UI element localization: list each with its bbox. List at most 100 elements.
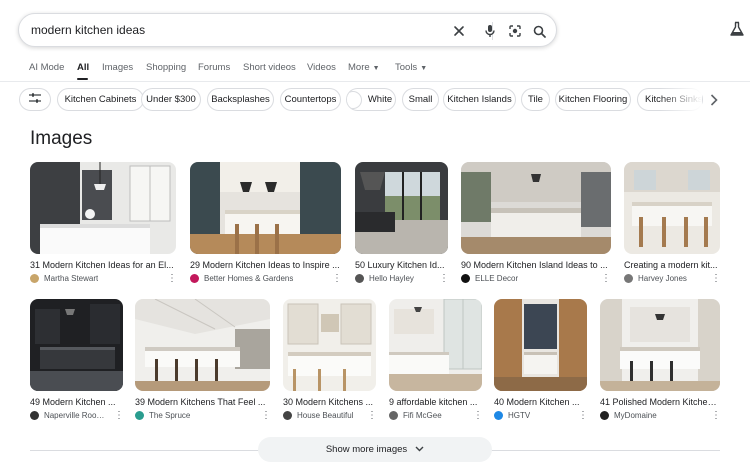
search-bar[interactable]: modern kitchen ideas <box>18 13 557 47</box>
image-thumbnail[interactable] <box>30 299 123 391</box>
image-source-name: House Beautiful <box>297 411 354 420</box>
image-thumbnail[interactable] <box>190 162 341 254</box>
chip-white[interactable]: White <box>346 88 396 111</box>
show-more-images-button[interactable]: Show more images <box>258 437 492 462</box>
image-title[interactable]: 31 Modern Kitchen Ideas for an El... <box>30 260 176 270</box>
image-source-name: The Spruce <box>149 411 191 420</box>
favicon-icon <box>190 274 199 283</box>
camera-lens-icon[interactable] <box>506 22 524 40</box>
favicon-icon <box>135 411 144 420</box>
tab-tools-label: Tools <box>395 62 418 73</box>
image-title[interactable]: Creating a modern kit... <box>624 260 720 270</box>
more-options-icon[interactable]: ⋮ <box>367 411 377 421</box>
image-source[interactable]: HGTV <box>494 411 569 420</box>
image-source[interactable]: Martha Stewart <box>30 274 160 283</box>
favicon-icon <box>30 274 39 283</box>
image-title[interactable]: 50 Luxury Kitchen Id... <box>355 260 448 270</box>
more-options-icon[interactable]: ⋮ <box>439 274 449 284</box>
image-title[interactable]: 30 Modern Kitchens ... <box>283 397 376 407</box>
chip-backsplashes[interactable]: Backsplashes <box>207 88 274 111</box>
image-source-name: Hello Hayley <box>369 274 414 283</box>
image-source-name: Naperville Roof... <box>43 411 105 420</box>
chip-kitchen-flooring[interactable]: Kitchen Flooring <box>555 88 631 111</box>
tab-all[interactable]: All <box>77 62 89 73</box>
image-source[interactable]: Naperville Roof... <box>30 411 105 420</box>
tab-ai-mode[interactable]: AI Mode <box>29 62 64 73</box>
chip-under-300[interactable]: Under $300 <box>141 88 201 111</box>
image-thumbnail[interactable] <box>135 299 270 391</box>
tab-videos[interactable]: Videos <box>307 62 336 73</box>
image-thumbnail[interactable] <box>624 162 720 254</box>
more-options-icon[interactable]: ⋮ <box>473 411 483 421</box>
more-options-icon[interactable]: ⋮ <box>114 411 124 421</box>
image-source[interactable]: Fifi McGee <box>389 411 464 420</box>
image-thumbnail[interactable] <box>461 162 611 254</box>
filter-settings-button[interactable] <box>19 88 51 111</box>
more-options-icon[interactable]: ⋮ <box>601 274 611 284</box>
image-thumbnail[interactable] <box>30 162 176 254</box>
image-source-name: Better Homes & Gardens <box>204 274 294 283</box>
favicon-icon <box>600 411 609 420</box>
tab-shopping[interactable]: Shopping <box>146 62 186 73</box>
search-input[interactable]: modern kitchen ideas <box>31 23 145 37</box>
microphone-icon[interactable] <box>481 22 499 40</box>
image-thumbnail[interactable] <box>389 299 482 391</box>
image-source-name: Harvey Jones <box>638 274 687 283</box>
image-thumbnail[interactable] <box>355 162 448 254</box>
tabs-divider <box>0 81 750 82</box>
chip-small[interactable]: Small <box>402 88 439 111</box>
search-icon[interactable] <box>530 22 548 40</box>
chevron-right-icon[interactable] <box>705 91 723 109</box>
image-thumbnail[interactable] <box>494 299 587 391</box>
chip-white-label: White <box>367 94 393 105</box>
white-swatch-icon <box>347 90 362 109</box>
image-source-name: Fifi McGee <box>403 411 442 420</box>
image-source[interactable]: ELLE Decor <box>461 274 591 283</box>
favicon-icon <box>494 411 503 420</box>
image-title[interactable]: 49 Modern Kitchen ... <box>30 397 123 407</box>
image-source[interactable]: Hello Hayley <box>355 274 430 283</box>
more-options-icon[interactable]: ⋮ <box>167 274 177 284</box>
flask-icon[interactable] <box>729 21 745 39</box>
show-more-label: Show more images <box>325 444 408 455</box>
image-title[interactable]: 39 Modern Kitchens That Feel ... <box>135 397 270 407</box>
image-source-name: MyDomaine <box>614 411 657 420</box>
more-options-icon[interactable]: ⋮ <box>578 411 588 421</box>
image-source[interactable]: MyDomaine <box>600 411 700 420</box>
more-options-icon[interactable]: ⋮ <box>332 274 342 284</box>
favicon-icon <box>389 411 398 420</box>
favicon-icon <box>461 274 470 283</box>
image-thumbnail[interactable] <box>283 299 376 391</box>
chip-tile[interactable]: Tile <box>521 88 550 111</box>
image-title[interactable]: 29 Modern Kitchen Ideas to Inspire ... <box>190 260 341 270</box>
chips-fade <box>660 86 702 113</box>
chip-countertops[interactable]: Countertops <box>280 88 341 111</box>
image-source[interactable]: Harvey Jones <box>624 274 704 283</box>
favicon-icon <box>624 274 633 283</box>
close-icon[interactable] <box>450 22 468 40</box>
chip-kitchen-islands[interactable]: Kitchen Islands <box>443 88 516 111</box>
tab-short-videos[interactable]: Short videos <box>243 62 296 73</box>
image-source-name: Martha Stewart <box>44 274 99 283</box>
caret-down-icon: ▼ <box>372 65 380 72</box>
image-source[interactable]: House Beautiful <box>283 411 358 420</box>
more-options-icon[interactable]: ⋮ <box>711 274 721 284</box>
image-source[interactable]: The Spruce <box>135 411 250 420</box>
tab-tools[interactable]: Tools ▼ <box>395 62 427 73</box>
image-source-name: HGTV <box>508 411 531 420</box>
chip-kitchen-cabinets[interactable]: Kitchen Cabinets <box>57 88 144 111</box>
image-source-name: ELLE Decor <box>475 274 519 283</box>
tab-forums[interactable]: Forums <box>198 62 230 73</box>
image-thumbnail[interactable] <box>600 299 720 391</box>
sliders-icon <box>29 93 41 106</box>
image-source[interactable]: Better Homes & Gardens <box>190 274 320 283</box>
more-options-icon[interactable]: ⋮ <box>711 411 721 421</box>
tab-images[interactable]: Images <box>102 62 133 73</box>
image-title[interactable]: 9 affordable kitchen ... <box>389 397 482 407</box>
active-tab-indicator <box>77 78 88 80</box>
image-title[interactable]: 40 Modern Kitchen ... <box>494 397 587 407</box>
image-title[interactable]: 41 Polished Modern Kitchen... <box>600 397 720 407</box>
more-options-icon[interactable]: ⋮ <box>261 411 271 421</box>
image-title[interactable]: 90 Modern Kitchen Island Ideas to ... <box>461 260 611 270</box>
tab-more[interactable]: More ▼ <box>348 62 380 73</box>
